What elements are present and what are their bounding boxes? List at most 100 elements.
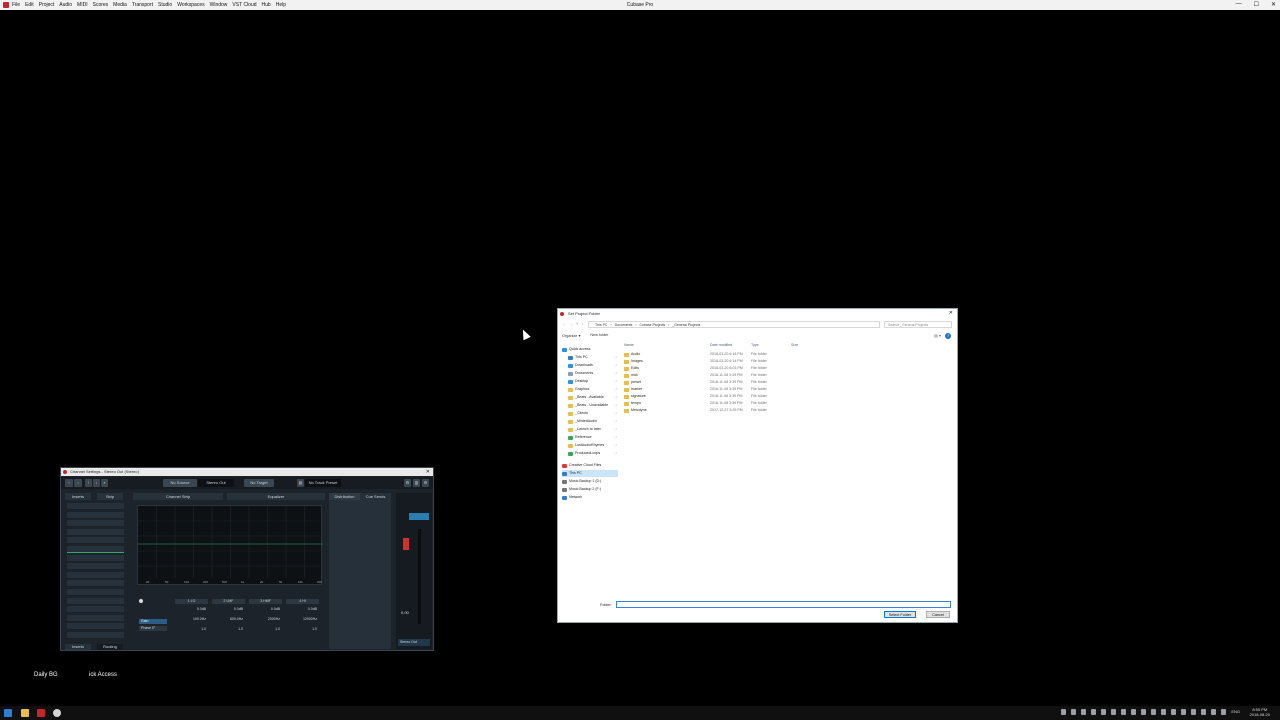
eq-band-q[interactable]: 1.0	[249, 624, 282, 634]
monitor-button[interactable]	[409, 513, 429, 520]
eq-band-gain[interactable]: 0.0dB	[249, 604, 282, 614]
folder-input[interactable]	[616, 601, 951, 608]
organize-menu[interactable]: Organize ▾	[562, 333, 580, 338]
tab-distribution[interactable]: Distribution	[329, 493, 360, 500]
track-preset-selector[interactable]: No Track Preset	[305, 479, 341, 487]
address-bar[interactable]: This PC › Documents › Cubase Projects › _Gener…	[588, 321, 880, 328]
insert-slot[interactable]	[67, 614, 124, 622]
insert-slot[interactable]	[67, 520, 124, 528]
phase-button[interactable]: Phase 0°	[139, 626, 167, 631]
file-row[interactable]: Images 2018-03-20 6:14 PM File folder	[622, 358, 822, 365]
no-source-button[interactable]: No Source	[163, 479, 197, 487]
language-indicator[interactable]: ENG	[1231, 709, 1240, 715]
no-target-button[interactable]: No Target	[244, 479, 274, 487]
nav-item[interactable]: This PC ⊸	[568, 354, 618, 361]
eq-band-gain[interactable]: 0.0dB	[286, 604, 319, 614]
tab-cue-sends[interactable]: Cue Sends	[360, 493, 391, 500]
breadcrumb-item[interactable]: Documents	[615, 322, 633, 327]
insert-slot[interactable]	[67, 597, 124, 605]
insert-slot[interactable]	[67, 589, 124, 596]
nav-item[interactable]: Desktop ⊸	[568, 378, 618, 385]
nav-item[interactable]: Creative Cloud Files	[562, 462, 618, 469]
eq-band-gain[interactable]: 0.0dB	[175, 604, 208, 614]
column-size[interactable]: Size	[791, 343, 798, 347]
select-folder-button[interactable]: Select Folder	[884, 611, 916, 618]
preset-icon[interactable]: ▤	[297, 479, 304, 487]
forward-icon[interactable]: →	[569, 321, 576, 326]
breadcrumb-item[interactable]: Cubase Projects	[640, 322, 666, 327]
file-row[interactable]: tempo 2018-11-08 3:39 PM File folder	[622, 400, 822, 407]
insert-slot[interactable]	[67, 632, 124, 639]
next-channel-button[interactable]: ›	[74, 479, 82, 487]
file-row[interactable]: Audio 2018-03-20 6:18 PM File folder	[622, 351, 822, 358]
new-folder-button[interactable]: New folder	[590, 333, 608, 338]
search-icon[interactable]: ⌕	[101, 479, 108, 487]
column-date-modified[interactable]: Date modified	[710, 343, 732, 347]
output-selector[interactable]: Stereo Out	[198, 479, 234, 487]
search-input[interactable]: Search _General Projects	[884, 321, 952, 328]
nav-item[interactable]: _Clients ⊸	[568, 410, 618, 417]
tray-icon[interactable]	[1091, 709, 1097, 715]
nav-item[interactable]: This PC	[562, 470, 618, 477]
eq-band-freq[interactable]: 600.0Hz	[212, 614, 245, 624]
tray-icon[interactable]	[1161, 709, 1167, 715]
nav-item[interactable]: _Launch to later ⊸	[568, 426, 618, 433]
tray-icon[interactable]	[1151, 709, 1157, 715]
column-type[interactable]: Type	[751, 343, 759, 347]
tab-bottom-inserts[interactable]: Inserts	[65, 644, 91, 650]
insert-slot[interactable]	[67, 554, 124, 562]
settings-icon[interactable]: ⚙	[404, 479, 411, 487]
layout-icon[interactable]: ▥	[413, 479, 420, 487]
tab-channel-strip[interactable]: Channel Strip	[133, 493, 223, 500]
arrow-up-icon[interactable]: ↑	[85, 479, 92, 487]
tab-strip[interactable]: Strip	[97, 493, 123, 500]
file-explorer-icon[interactable]	[21, 709, 29, 717]
insert-slot[interactable]	[67, 528, 124, 536]
eq-curve-display[interactable]: 20 50 100 200 500 1k 2k 5k 10k 20k	[137, 505, 323, 585]
tray-icon[interactable]	[1191, 709, 1197, 715]
fader-output-label[interactable]: Stereo Out	[398, 639, 430, 646]
insert-slot[interactable]	[67, 623, 124, 631]
minimize-icon[interactable]: —	[1236, 1, 1242, 8]
fader-value[interactable]: 0.00	[401, 610, 409, 615]
close-icon[interactable]: ✕	[1271, 1, 1276, 8]
close-icon[interactable]: ✕	[949, 309, 953, 318]
nav-item[interactable]: Quick access	[562, 346, 618, 353]
tray-icon[interactable]	[1081, 709, 1087, 715]
tray-icon[interactable]	[1221, 709, 1227, 715]
insert-slot[interactable]	[67, 546, 124, 553]
eq-band-freq[interactable]: 2000Hz	[249, 614, 282, 624]
nav-item[interactable]: Documents ⊸	[568, 370, 618, 377]
column-name[interactable]: Name	[624, 343, 634, 347]
eq-band-freq[interactable]: 100.0Hz	[175, 614, 208, 624]
tray-icon[interactable]	[1111, 709, 1117, 715]
nav-item[interactable]: ProducedLoops ⊸	[568, 450, 618, 457]
breadcrumb-item[interactable]: _General Projects	[672, 322, 700, 327]
help-icon[interactable]: ?	[945, 333, 951, 339]
start-icon[interactable]	[4, 709, 12, 717]
dialog-titlebar[interactable]: Set Project Folder ✕	[558, 309, 957, 318]
nav-item[interactable]: _Beats - Available ⊸	[568, 394, 618, 401]
tray-icon[interactable]	[1211, 709, 1217, 715]
file-row[interactable]: marker 2018-11-08 3:39 PM File folder	[622, 386, 822, 393]
eq-band-freq[interactable]: 12000Hz	[286, 614, 319, 624]
fader-handle[interactable]	[403, 538, 409, 550]
media-icon[interactable]	[53, 709, 61, 717]
cubase-taskbar-icon[interactable]	[37, 709, 45, 717]
file-row[interactable]: signature 2018-11-08 3:39 PM File folder	[622, 393, 822, 400]
tray-icon[interactable]	[1171, 709, 1177, 715]
maximize-icon[interactable]: ☐	[1254, 1, 1259, 8]
tray-icon[interactable]	[1071, 709, 1077, 715]
channel-window-titlebar[interactable]: Channel Settings - Stereo Out (Stereo) ✕	[61, 468, 433, 476]
eq-band-q[interactable]: 1.0	[175, 624, 208, 634]
view-options-icon[interactable]: ▤ ▾	[934, 333, 941, 338]
tray-icon[interactable]	[1121, 709, 1127, 715]
nav-item[interactable]: Reference ⊸	[568, 434, 618, 441]
tray-icon[interactable]	[1131, 709, 1137, 715]
insert-slot[interactable]	[67, 606, 124, 614]
file-row[interactable]: midi 2018-11-08 3:39 PM File folder	[622, 372, 822, 379]
power-icon[interactable]	[139, 599, 143, 603]
eq-band-gain[interactable]: 0.0dB	[212, 604, 245, 614]
nav-item[interactable]: Downloads ⊸	[568, 362, 618, 369]
nav-item[interactable]: _MintedAudio ⊸	[568, 418, 618, 425]
